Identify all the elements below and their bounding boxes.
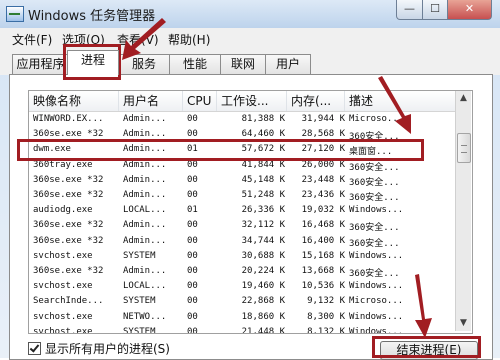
arrow-to-dwm-row [378,76,411,134]
arrow-to-processes-tab [122,18,166,60]
tab-processes[interactable]: 进程 [67,50,119,75]
arrow-to-end-button [415,274,432,338]
task-manager-window: Windows 任务管理器 — ☐ ✕ 文件(F) 选项(O) 查看(V) 帮助… [0,0,500,360]
